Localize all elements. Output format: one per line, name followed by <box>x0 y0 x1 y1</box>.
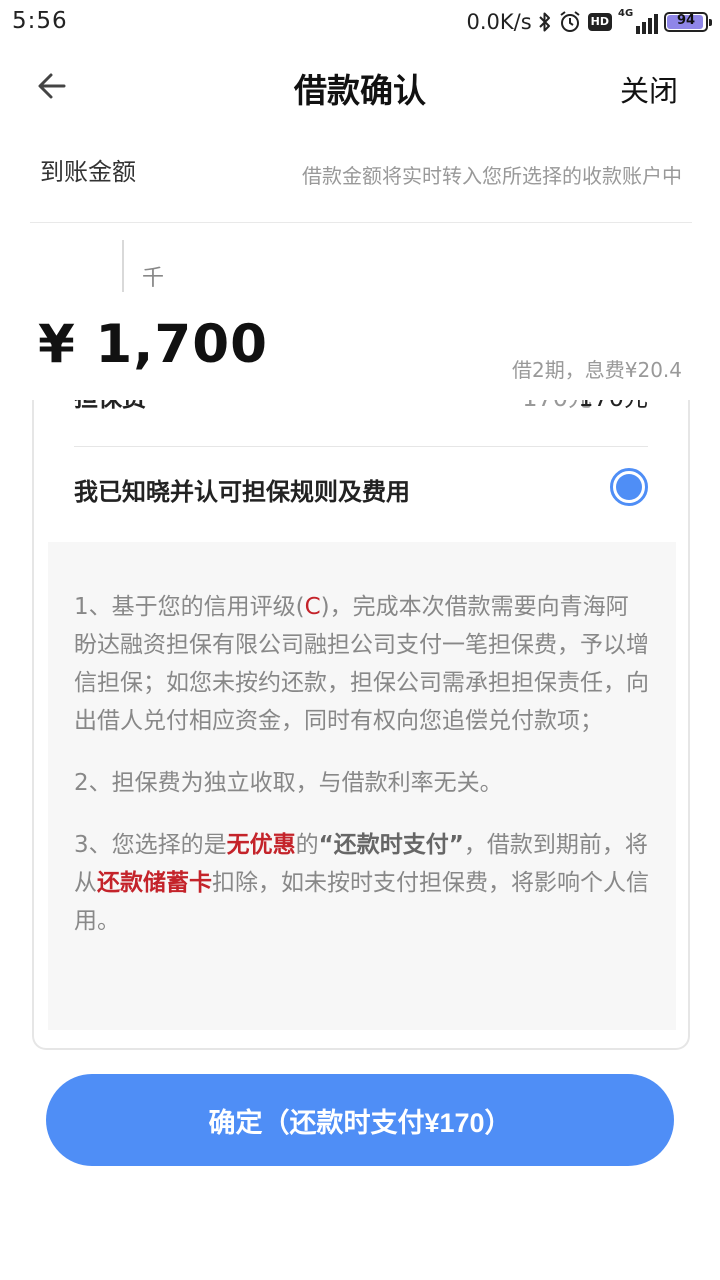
bluetooth-icon <box>538 12 550 32</box>
divider <box>74 446 648 447</box>
amount-hint: 借款金额将实时转入您所选择的收款账户中 <box>302 164 682 188</box>
input-cursor <box>122 240 124 292</box>
nav-bar: 借款确认 关闭 <box>0 56 720 116</box>
no-discount-text: 无优惠 <box>226 832 296 858</box>
status-time: 5:56 <box>12 8 68 34</box>
amount-unit: 千 <box>142 266 165 291</box>
network-type: 4G <box>618 8 634 19</box>
agree-text: 我已知晓并认可担保规则及费用 <box>74 478 410 506</box>
status-icons: 0.0K/s HD 4G 94 <box>466 6 712 38</box>
net-speed: 0.0K/s <box>466 10 532 34</box>
loan-amount[interactable]: ¥ 1,700 <box>38 314 268 375</box>
signal-icon: 4G <box>618 8 658 34</box>
battery-icon: 94 <box>664 12 712 32</box>
guarantee-fee-current: 170元 <box>578 400 648 413</box>
pay-at-repayment-text: “还款时支付” <box>318 832 464 858</box>
guarantee-card: 担保费 170元 170元 我已知晓并认可担保规则及费用 1、基于您的信用评级(… <box>32 400 690 1050</box>
close-button[interactable]: 关闭 <box>620 68 678 110</box>
hd-icon: HD <box>587 13 612 31</box>
rule-2: 2、担保费为独立收取，与借款利率无关。 <box>74 770 503 796</box>
checked-dot-icon <box>616 474 642 500</box>
rule-1: 1、基于您的信用评级(C)，完成本次借款需要向青海阿盼达融资担保有限公司融担公司… <box>74 594 649 734</box>
repayment-card-text: 还款储蓄卡 <box>97 870 212 896</box>
page-title: 借款确认 <box>294 71 426 110</box>
battery-level: 94 <box>676 13 696 28</box>
divider <box>30 222 692 223</box>
credit-grade: C <box>304 594 321 620</box>
alarm-icon <box>560 11 580 32</box>
agree-checkbox[interactable] <box>610 468 648 506</box>
confirm-button[interactable]: 确定（还款时支付¥170） <box>46 1074 674 1166</box>
loan-summary: 借2期，息费¥20.4 <box>512 358 682 382</box>
guarantee-fee-label: 担保费 <box>74 400 146 413</box>
guarantee-rules: 1、基于您的信用评级(C)，完成本次借款需要向青海阿盼达融资担保有限公司融担公司… <box>48 542 676 1030</box>
guarantee-fee-row: 担保费 170元 170元 <box>34 400 688 418</box>
rule-3: 3、您选择的是无优惠的“还款时支付”，借款到期前，将从还款储蓄卡扣除，如未按时支… <box>74 832 649 934</box>
status-bar: 5:56 0.0K/s HD 4G 94 <box>0 0 720 46</box>
amount-label: 到账金额 <box>40 158 136 186</box>
agree-row[interactable]: 我已知晓并认可担保规则及费用 <box>34 466 688 510</box>
